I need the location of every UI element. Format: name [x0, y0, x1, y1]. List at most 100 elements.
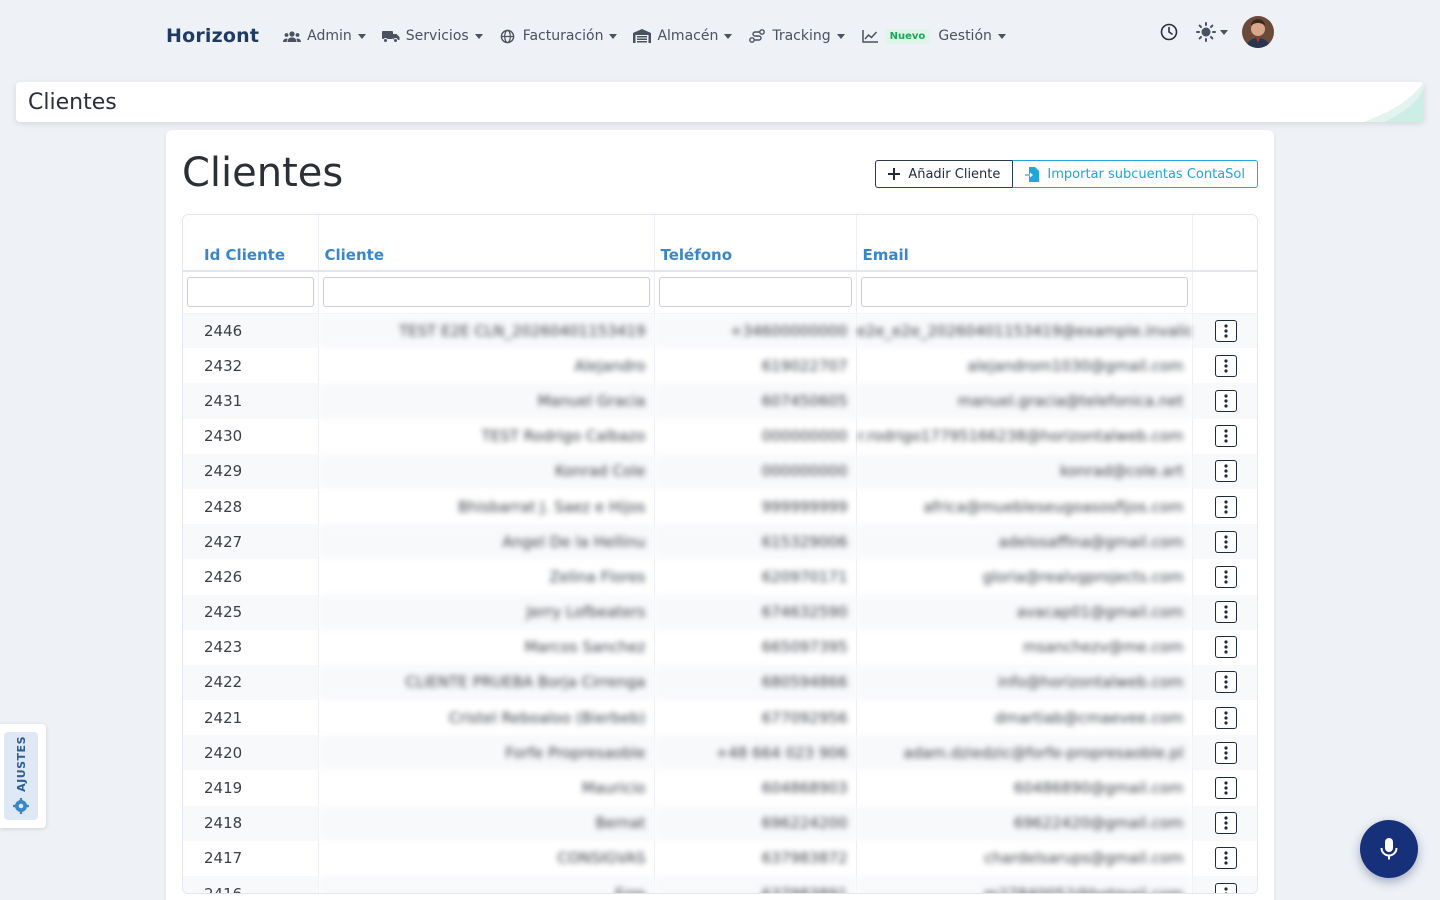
cell-id: 2423 [183, 629, 319, 665]
nav-servicios[interactable]: Servicios [381, 28, 483, 44]
cell-email: dmartiab@cmaevee.com [994, 708, 1184, 727]
row-actions-cell [1191, 348, 1257, 384]
history-clock-icon[interactable] [1160, 23, 1178, 41]
import-contasol-button[interactable]: Importar subcuentas ContaSol [1012, 160, 1258, 188]
chart-line-icon [861, 29, 879, 43]
nav-tracking[interactable]: Tracking [748, 28, 845, 44]
table-row[interactable]: 2428 Bhisbarrat J. Saez e Hijos 999999999 a… [183, 488, 1257, 525]
row-actions-button[interactable] [1214, 671, 1237, 694]
table-row[interactable]: 2429 Konrad Cole 000000000 konrad@cole.art [183, 453, 1257, 489]
import-contasol-label: Importar subcuentas ContaSol [1047, 166, 1245, 182]
table-row[interactable]: 2432 Alejandro 619022707 alejandrom1030@gma… [183, 348, 1257, 384]
cell-telefono: 604868903 [654, 770, 857, 806]
column-header-cliente[interactable]: Cliente [318, 215, 655, 272]
cell-telefono: 677092956 [654, 700, 857, 736]
row-actions-button[interactable] [1214, 601, 1237, 624]
microphone-icon [1379, 837, 1399, 861]
filter-cell [183, 271, 319, 314]
cell-id: 2426 [183, 559, 319, 595]
page-title: Clientes [28, 89, 117, 115]
column-header-id[interactable]: Id Cliente [183, 215, 319, 272]
row-actions-cell [1191, 524, 1257, 560]
row-actions-cell [1191, 664, 1257, 701]
nav-servicios-label: Servicios [405, 28, 469, 44]
table-row[interactable]: 2446 TEST E2E CLN_20260401153419 +34600000… [183, 313, 1257, 349]
cell-id: 2431 [183, 383, 319, 419]
table-row[interactable]: 2425 Jerry Lofbeaters 674632590 avacap01@gm… [183, 594, 1257, 630]
nav-tracking-label: Tracking [772, 28, 831, 44]
cell-email: r.rodrigo17795166238@horizontalweb.com [857, 427, 1184, 446]
kebab-menu-icon [1224, 851, 1228, 866]
table-row[interactable]: 2427 Angel De la Hellinu 615329006 adelosaf… [183, 524, 1257, 560]
cell-telefono: 619022707 [654, 348, 857, 384]
table-row[interactable]: 2418 Bernat 696224200 69622420@gmail.com [183, 805, 1257, 841]
row-actions-cell [1191, 418, 1257, 454]
row-actions-cell [1191, 559, 1257, 595]
row-actions-button[interactable] [1214, 530, 1237, 553]
row-actions-button[interactable] [1214, 777, 1237, 800]
row-actions-button[interactable] [1214, 319, 1237, 342]
table-row[interactable]: 2421 Cristel Reboaloo (Bierbeb) 677092956 d… [183, 700, 1257, 736]
table-row[interactable]: 2417 CONSIGVAS 637983872 chardelsarups@gmai… [183, 840, 1257, 876]
chevron-down-icon [474, 33, 483, 39]
filter-email-input[interactable] [860, 277, 1188, 308]
table-row[interactable]: 2431 Manuel Gracia 607450605 manuel.gracia@… [183, 383, 1257, 419]
table-row[interactable]: 2419 Mauricio 604868903 60486890@gmail.com [183, 770, 1257, 806]
top-navbar: Horizont Admin Servicios Facturación Alm… [150, 12, 1290, 60]
cell-telefono: 000000000 [654, 418, 857, 454]
row-actions-cell [1191, 594, 1257, 630]
clients-table: Id Cliente Cliente Teléfono Email 2446 TE… [183, 215, 1257, 893]
cell-email: msanchezv@me.com [1022, 638, 1184, 657]
cell-telefono: 637983872 [654, 840, 857, 876]
theme-toggle[interactable] [1196, 22, 1228, 42]
row-actions-button[interactable] [1214, 882, 1237, 893]
kebab-menu-icon [1224, 535, 1228, 549]
filter-cliente-input[interactable] [322, 277, 650, 308]
row-actions-button[interactable] [1214, 636, 1237, 659]
cell-id: 2416 [183, 876, 319, 893]
brand-logo[interactable]: Horizont [166, 25, 259, 47]
row-actions-button[interactable] [1214, 565, 1237, 588]
cell-email: manuel.gracia@telefonica.net [856, 383, 1192, 419]
cell-email: alejandrom1030@gmail.com [967, 356, 1184, 375]
row-actions-button[interactable] [1214, 812, 1237, 835]
table-row[interactable]: 2426 Zelina Flores 620970171 gloria@realvgp… [183, 559, 1257, 595]
table-row[interactable]: 2416 Erre 637983891 m27840052@hotmail.com [183, 876, 1257, 893]
table-row[interactable]: 2430 TEST Rodrigo Calbazo 000000000 r.rodri… [183, 418, 1257, 454]
nav-almacen[interactable]: Almacén [633, 28, 733, 44]
column-header-telefono[interactable]: Teléfono [654, 215, 857, 272]
add-client-button[interactable]: Añadir Cliente [875, 160, 1014, 188]
nav-facturacion[interactable]: Facturación [499, 28, 618, 44]
warehouse-icon [633, 29, 652, 43]
row-actions-cell [1191, 876, 1257, 893]
column-header-email[interactable]: Email [856, 215, 1193, 272]
table-row[interactable]: 2423 Marcos Sanchez 665097395 msanchezv@me.… [183, 629, 1257, 665]
row-actions-button[interactable] [1214, 389, 1237, 412]
kebab-menu-icon [1224, 429, 1228, 443]
table-row[interactable]: 2420 Forfe Propresaoble +48 664 023 906 ada… [183, 735, 1257, 771]
row-actions-button[interactable] [1214, 495, 1237, 518]
nav-admin[interactable]: Admin [283, 28, 366, 44]
cell-id: 2418 [183, 805, 319, 841]
filter-telefono-input[interactable] [658, 277, 852, 308]
filter-id-input[interactable] [187, 277, 314, 308]
filter-cell [1192, 271, 1257, 314]
filter-row [183, 271, 1257, 314]
cell-id: 2446 [183, 313, 319, 349]
route-icon [748, 29, 766, 43]
table-row[interactable]: 2422 CLIENTE PRUEBA Borja Cirrenga 6805948… [183, 664, 1257, 701]
row-actions-button[interactable] [1214, 425, 1237, 448]
user-avatar[interactable] [1242, 16, 1274, 48]
nav-gestion[interactable]: Nuevo Gestión [861, 28, 1006, 44]
card-title: Clientes [182, 150, 344, 196]
voice-assistant-button[interactable] [1360, 820, 1418, 878]
row-actions-button[interactable] [1214, 741, 1237, 764]
cell-cliente: TEST E2E CLN_20260401153419 [318, 313, 655, 349]
row-actions-button[interactable] [1214, 706, 1237, 729]
row-actions-button[interactable] [1214, 354, 1237, 377]
row-actions-button[interactable] [1214, 460, 1237, 483]
ajustes-tab[interactable]: AJUSTES [4, 732, 38, 820]
row-actions-button[interactable] [1214, 847, 1237, 870]
cell-id: 2429 [183, 453, 319, 489]
nav-gestion-label: Gestión [938, 28, 992, 44]
